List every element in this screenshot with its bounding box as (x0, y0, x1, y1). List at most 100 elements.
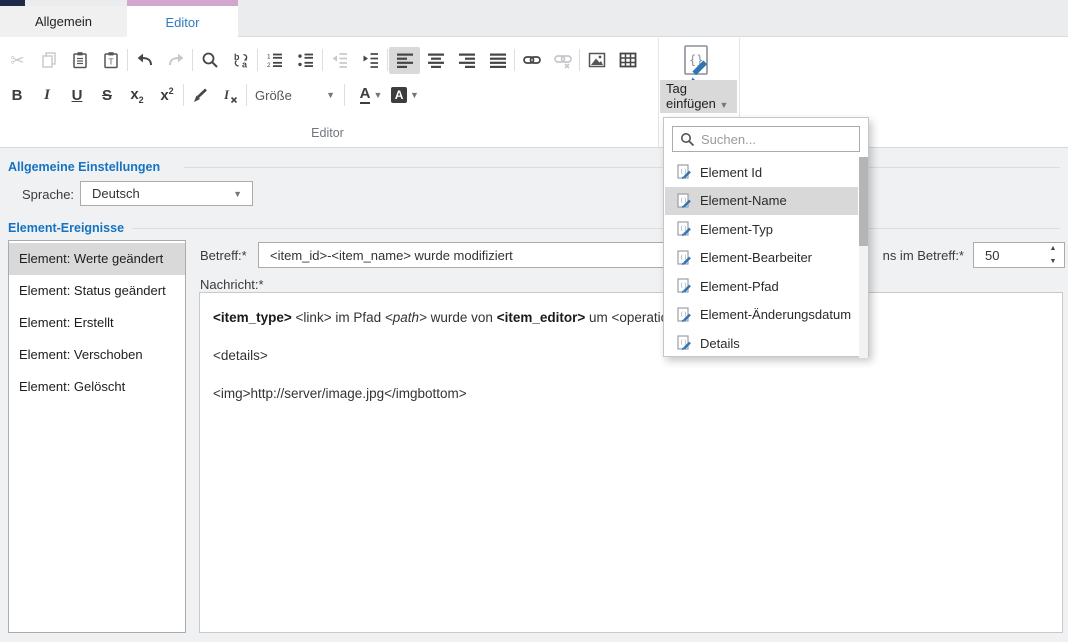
redo-button[interactable] (160, 47, 191, 74)
insert-table-button[interactable] (612, 47, 643, 74)
message-line-1: <item_type> <link> im Pfad <path> wurde … (213, 310, 676, 325)
language-select-value: Deutsch (92, 186, 140, 201)
svg-text:2: 2 (267, 62, 271, 69)
tag-menu-item[interactable]: () Element-Bearbeiter (665, 244, 858, 272)
spinner-arrows: ▲▼ (1048, 245, 1058, 265)
tag-search-input[interactable] (695, 132, 877, 147)
strikethrough-button[interactable]: S (92, 83, 122, 108)
undo-button[interactable] (129, 47, 160, 74)
tag-menu-item[interactable]: () Element-Pfad (665, 272, 858, 300)
unlink-button[interactable] (547, 47, 578, 74)
toolbar-separator (192, 49, 193, 71)
tab-bar: Allgemein Editor (0, 0, 1068, 37)
menu-scrollbar-thumb[interactable] (859, 157, 868, 246)
text-color-button[interactable]: A▼ (354, 83, 388, 108)
outdent-icon (331, 51, 349, 69)
align-left-button[interactable] (389, 47, 420, 74)
align-right-icon (458, 51, 476, 69)
ribbon-group-label: Editor (0, 126, 655, 140)
align-center-button[interactable] (420, 47, 451, 74)
tag-search-box[interactable] (672, 126, 860, 152)
tag-icon: () (677, 307, 692, 323)
replace-button[interactable]: ba (225, 47, 256, 74)
tag-menu-item[interactable]: ()Element-Typ (665, 215, 858, 243)
tab-editor[interactable]: Editor (127, 0, 238, 38)
spinner-up-icon[interactable]: ▲ (1050, 245, 1057, 252)
toolbar-separator (514, 49, 515, 71)
tag-menu-item[interactable]: ()Element-Name (665, 187, 858, 215)
chevron-down-icon: ▼ (410, 90, 419, 100)
message-line-2: <details> (213, 348, 268, 363)
bold-icon: B (12, 87, 23, 104)
clear-formatting-button[interactable]: I (215, 83, 245, 108)
insert-tag-icon: {} (678, 44, 718, 84)
tag-menu-item[interactable]: ()Element Id (665, 158, 858, 186)
event-list-item[interactable]: Element: Erstellt (9, 307, 185, 339)
subject-limit-input[interactable] (974, 243, 1044, 267)
tag-icon: () (677, 164, 692, 180)
copy-button[interactable] (33, 47, 64, 74)
tag-menu-item-label: Element-Bearbeiter (700, 250, 812, 265)
format-painter-button[interactable] (185, 83, 215, 108)
event-list-item[interactable]: Element: Verschoben (9, 339, 185, 371)
event-list-item[interactable]: Element: Status geändert (9, 275, 185, 307)
subscript-button[interactable]: x2 (122, 83, 152, 108)
svg-text:T: T (108, 57, 113, 67)
justify-button[interactable] (482, 47, 513, 74)
superscript-icon: x2 (160, 86, 173, 104)
link-button[interactable] (516, 47, 547, 74)
bullet-list-button[interactable] (290, 47, 321, 74)
search-button[interactable] (194, 47, 225, 74)
svg-text:b: b (234, 52, 240, 62)
tag-menu-item-label: Element-Pfad (700, 279, 779, 294)
chevron-down-icon: ▼ (373, 90, 382, 100)
superscript-button[interactable]: x2 (152, 83, 182, 108)
svg-text:I: I (223, 87, 230, 102)
spinner-down-icon[interactable]: ▼ (1050, 258, 1057, 265)
outdent-button[interactable] (324, 47, 355, 74)
ordered-list-button[interactable]: 12 (259, 47, 290, 74)
language-label: Sprache: (22, 187, 74, 202)
background-color-button[interactable]: A▼ (388, 83, 422, 108)
section-divider (132, 228, 1060, 229)
toolbar-separator (387, 49, 388, 71)
message-editor[interactable]: <item_type> <link> im Pfad <path> wurde … (199, 292, 1063, 633)
tag-menu-item[interactable]: () Element-Änderungsdatum (665, 301, 858, 329)
redo-icon (167, 51, 185, 69)
underline-button[interactable]: U (62, 83, 92, 108)
tag-icon: () (677, 278, 692, 294)
settings-content: Allgemeine Einstellungen Sprache: Deutsc… (0, 148, 1068, 642)
font-size-dropdown[interactable]: Größe▼ (248, 83, 343, 107)
align-right-button[interactable] (451, 47, 482, 74)
paste-as-text-button[interactable]: T (95, 47, 126, 74)
tag-menu-item-label: Element-Änderungsdatum (700, 307, 851, 322)
cut-button[interactable]: ✂ (2, 47, 33, 74)
bold-button[interactable]: B (2, 83, 32, 108)
image-icon (588, 51, 606, 69)
italic-button[interactable]: I (32, 83, 62, 108)
general-settings-title: Allgemeine Einstellungen (8, 160, 160, 174)
chevron-down-icon: ▼ (326, 90, 335, 100)
tab-allgemein[interactable]: Allgemein (0, 6, 127, 37)
justify-icon (489, 51, 507, 69)
text-color-icon: A (360, 86, 371, 104)
tag-icon: () (677, 250, 692, 266)
language-select[interactable]: Deutsch ▼ (80, 181, 253, 206)
insert-image-button[interactable] (581, 47, 612, 74)
chevron-down-icon: ▼ (233, 189, 242, 199)
paste-button[interactable] (64, 47, 95, 74)
event-list-item[interactable]: Element: Gelöscht (9, 371, 185, 403)
align-center-icon (427, 51, 445, 69)
paste-as-text-icon: T (102, 51, 120, 69)
subject-label: Betreff:* (200, 248, 247, 263)
tag-menu-item[interactable]: ()Details (665, 329, 858, 357)
subject-limit-label: ns im Betreff:* (856, 248, 964, 263)
menu-scrollbar[interactable] (859, 157, 868, 358)
tab-allgemein-label: Allgemein (35, 14, 92, 29)
toolbar-separator (344, 84, 345, 106)
tag-menu-item-label: Element-Name (700, 193, 787, 208)
background-color-icon: A (391, 87, 407, 103)
indent-button[interactable] (355, 47, 386, 74)
event-list-item[interactable]: Element: Werte geändert (9, 243, 185, 275)
paste-icon (71, 51, 89, 69)
